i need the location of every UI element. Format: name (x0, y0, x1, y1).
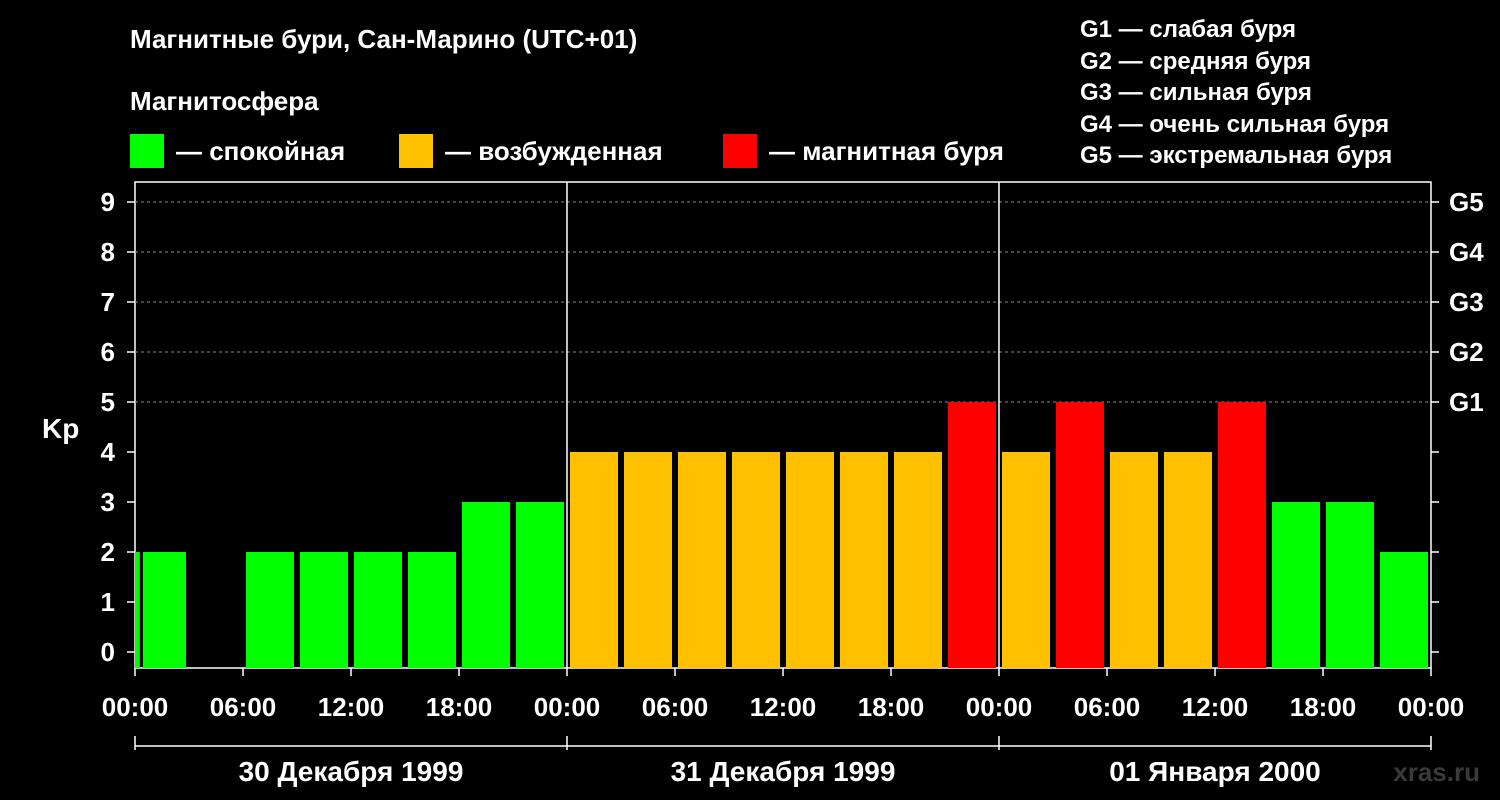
x-tick-label: 06:00 (210, 692, 277, 722)
kp-bar (1380, 552, 1428, 668)
kp-bar (300, 552, 348, 668)
g-level-label: G1 (1449, 387, 1484, 417)
y-tick-label: 5 (101, 387, 115, 417)
kp-bar (1056, 402, 1104, 668)
x-tick-label: 18:00 (1290, 692, 1357, 722)
y-tick-label: 6 (101, 337, 115, 367)
kp-bar (142, 552, 186, 668)
y-tick-label: 9 (101, 187, 115, 217)
y-tick-label: 0 (101, 637, 115, 667)
x-tick-label: 00:00 (102, 692, 169, 722)
kp-bar (678, 452, 726, 668)
x-tick-label: 06:00 (1074, 692, 1141, 722)
kp-bar (462, 502, 510, 668)
x-tick-label: 18:00 (426, 692, 493, 722)
y-tick-label: 3 (101, 487, 115, 517)
y-tick-label: 8 (101, 237, 115, 267)
y-tick-label: 4 (101, 437, 116, 467)
kp-bar (1326, 502, 1374, 668)
kp-bar (516, 502, 564, 668)
kp-bar (624, 452, 672, 668)
kp-bar (246, 552, 294, 668)
x-tick-label: 00:00 (534, 692, 601, 722)
y-tick-label: 7 (101, 287, 115, 317)
kp-bar (840, 452, 888, 668)
g-level-label: G5 (1449, 187, 1484, 217)
kp-bar (732, 452, 780, 668)
x-tick-label: 12:00 (750, 692, 817, 722)
kp-bar (894, 452, 942, 668)
x-tick-label: 18:00 (858, 692, 925, 722)
kp-bar (570, 452, 618, 668)
y-tick-label: 1 (101, 587, 115, 617)
kp-bar (948, 402, 996, 668)
kp-bar (786, 452, 834, 668)
x-tick-label: 12:00 (1182, 692, 1249, 722)
kp-bar (1272, 502, 1320, 668)
day-label: 30 Декабря 1999 (239, 756, 464, 787)
x-tick-label: 00:00 (966, 692, 1033, 722)
kp-bar (354, 552, 402, 668)
x-tick-label: 00:00 (1398, 692, 1465, 722)
kp-bar (1218, 402, 1266, 668)
x-tick-label: 06:00 (642, 692, 709, 722)
kp-bar (1110, 452, 1158, 668)
kp-bar (135, 552, 140, 668)
kp-bar (1164, 452, 1212, 668)
g-level-label: G3 (1449, 287, 1484, 317)
x-tick-label: 12:00 (318, 692, 385, 722)
y-axis-label: Kp (42, 413, 79, 444)
day-label: 31 Декабря 1999 (671, 756, 896, 787)
kp-bar (1002, 452, 1050, 668)
kp-bar (408, 552, 456, 668)
kp-bar-chart: 0 1 2 3 4 5 6 7 8 9 G1 G2 G3 G4 G5 Kp 00:00 06:00 12:00 18:… (42, 181, 1484, 787)
y-tick-label: 2 (101, 537, 115, 567)
g-level-label: G2 (1449, 337, 1484, 367)
watermark: xras.ru (1393, 757, 1480, 787)
g-level-label: G4 (1449, 237, 1484, 267)
day-label: 01 Января 2000 (1109, 756, 1321, 787)
